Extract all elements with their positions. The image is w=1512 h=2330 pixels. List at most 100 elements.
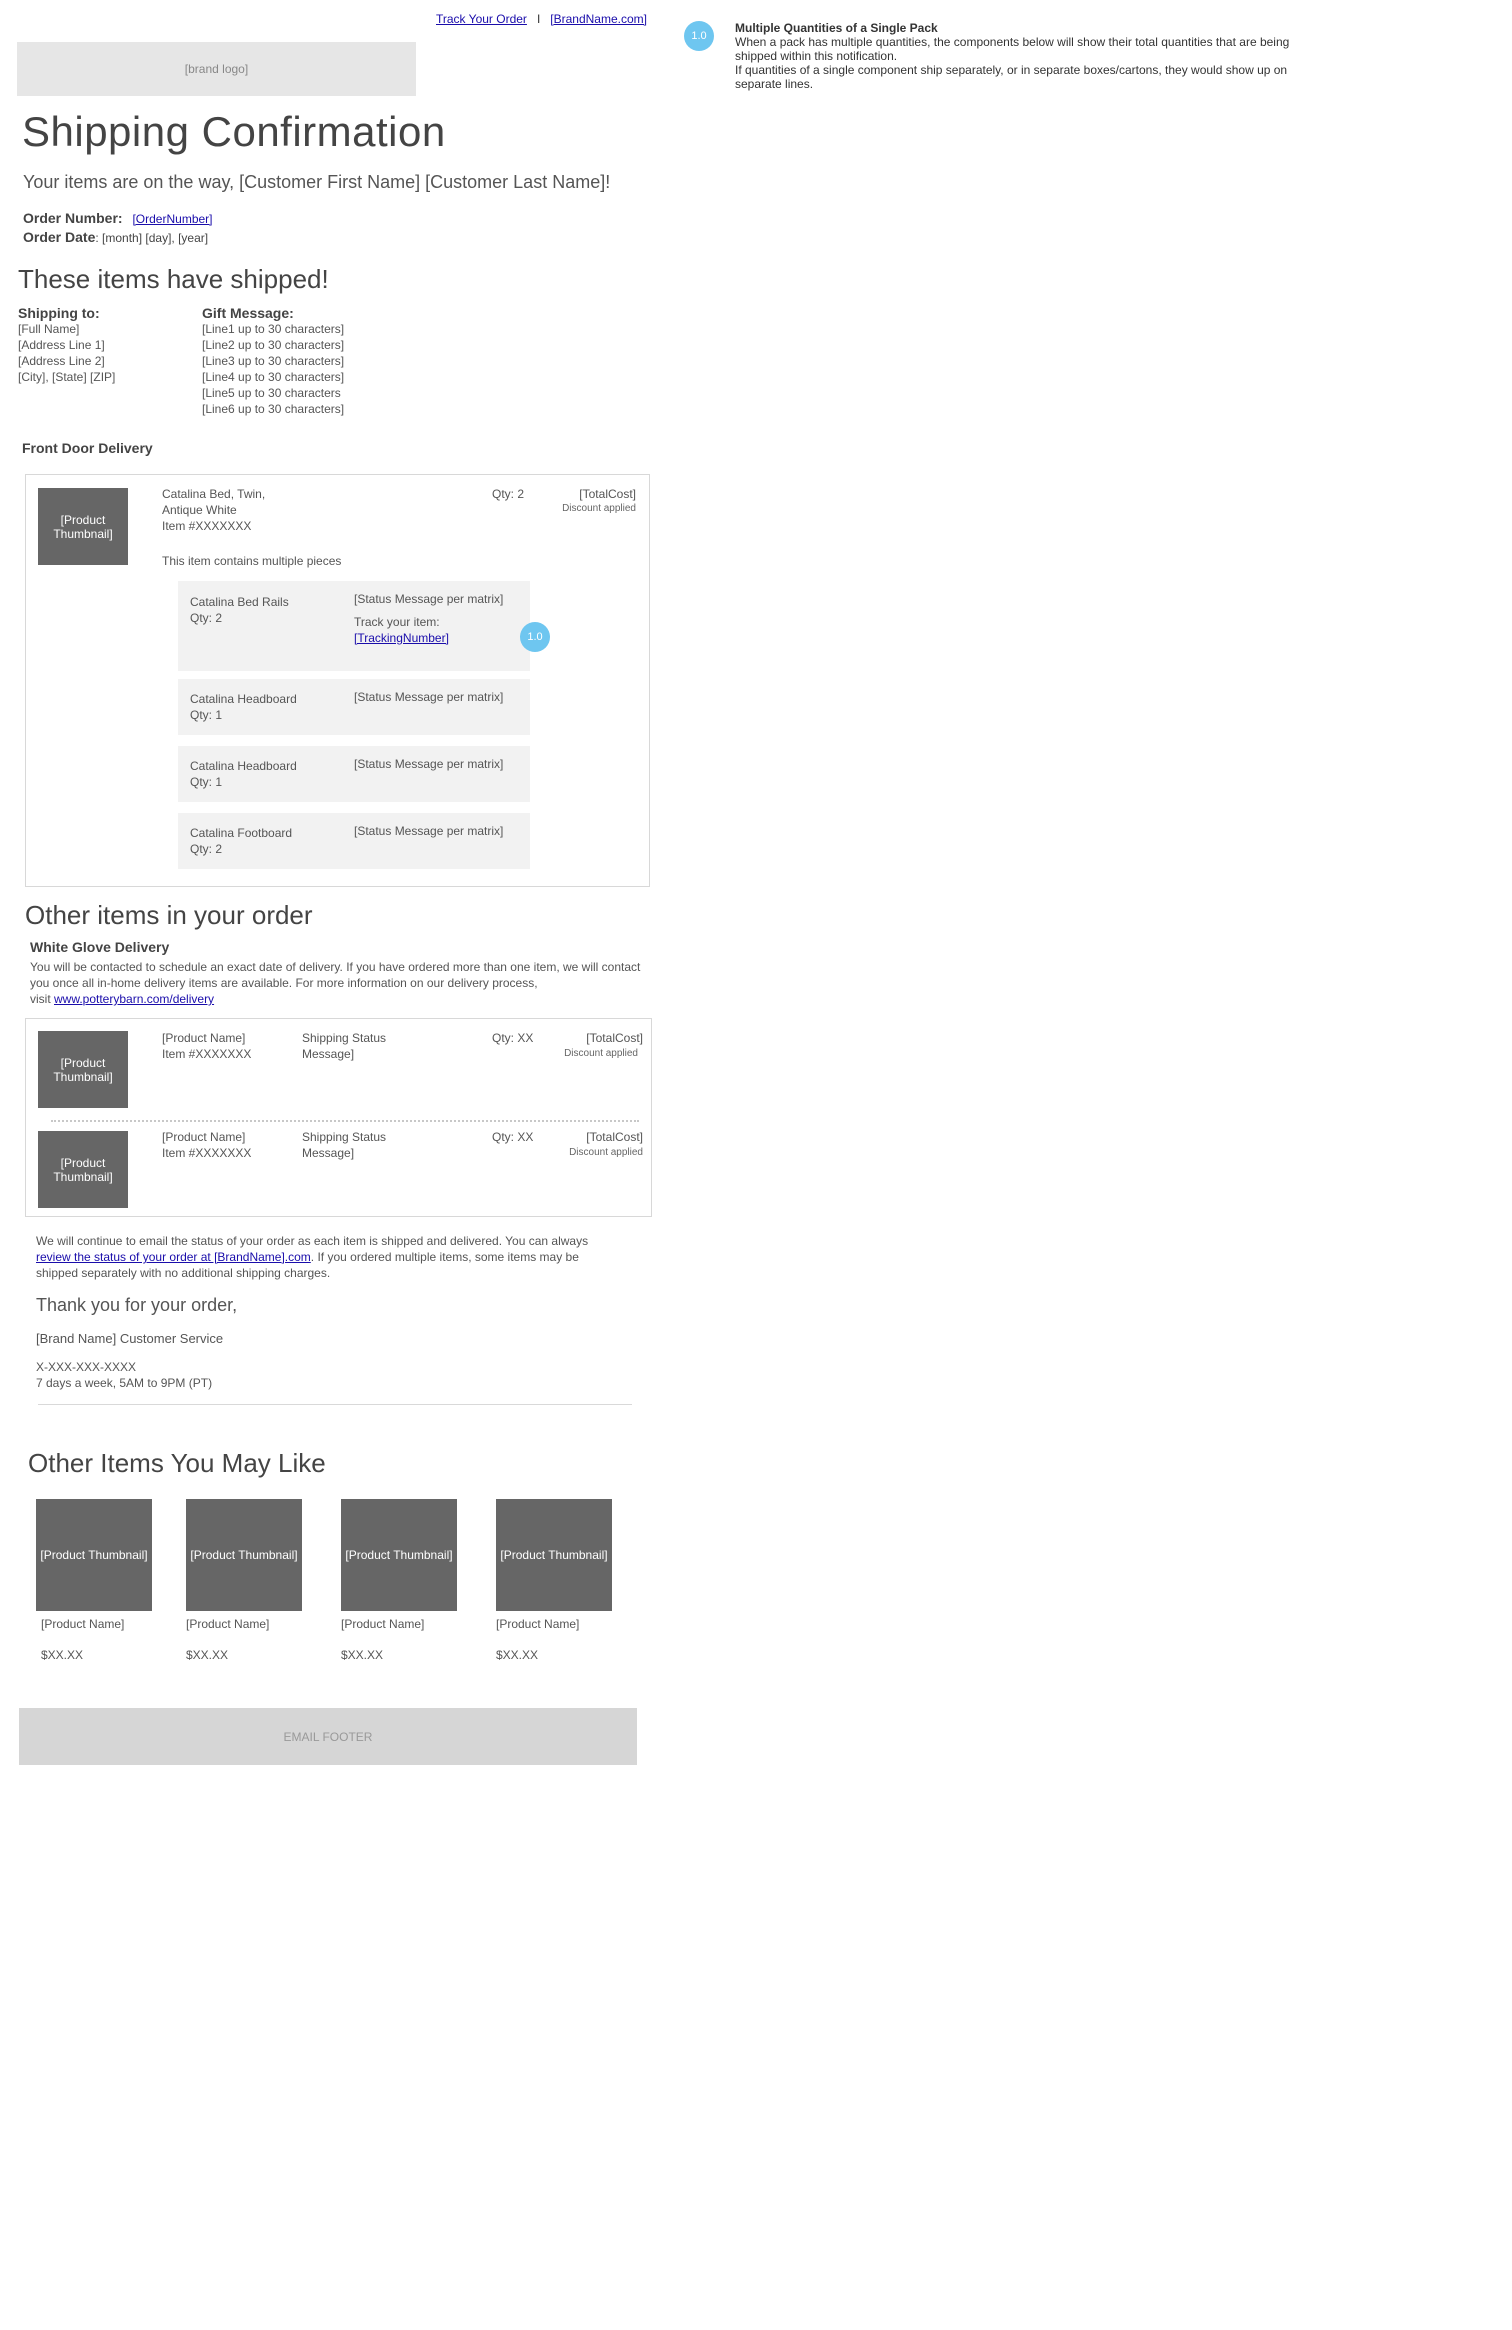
gift-line: [Line1 up to 30 characters] [202,322,345,336]
product-total: [TotalCost] [586,1031,643,1045]
address-line: [City], [State] [ZIP] [18,370,116,384]
product-thumbnail[interactable]: [Product Thumbnail] [38,488,128,565]
order-date-row: Order Date: [month] [day], [year] [23,229,208,245]
thank-you-text: Thank you for your order, [36,1295,238,1315]
recommended-thumbnail[interactable]: [Product Thumbnail] [496,1499,612,1611]
recommended-product-name[interactable]: [Product Name] [186,1617,269,1631]
recommended-product-name[interactable]: [Product Name] [341,1617,424,1631]
product-qty: Qty: XX [492,1031,534,1045]
recommendations-heading: Other Items You May Like [28,1448,326,1478]
component-info: Catalina Headboard Qty: 1 [190,691,297,723]
signature: [Brand Name] Customer Service [36,1331,224,1346]
order-status-link[interactable]: review the status of your order at [Bran… [36,1250,311,1264]
closing-text: . If you ordered multiple items, some it… [310,1250,579,1264]
phone-number: X-XXX-XXX-XXXX [36,1360,137,1374]
discount-note: Discount applied [562,503,636,514]
annotation-line: When a pack has multiple quantities, the… [735,35,1290,49]
recommended-thumbnail[interactable]: [Product Thumbnail] [341,1499,457,1611]
recommended-product-name[interactable]: [Product Name] [41,1617,124,1631]
recommended-thumbnail[interactable]: [Product Thumbnail] [186,1499,302,1611]
product-name[interactable]: Catalina Bed, Twin, Antique White Item #… [162,486,265,534]
component-row: Catalina Footboard Qty: 2 [Status Messag… [178,813,530,869]
closing-line: shipped separately with no additional sh… [36,1266,331,1280]
brand-link[interactable]: [BrandName.com] [550,12,647,26]
description-line: visit www.potterybarn.com/delivery [30,991,650,1007]
product-name: [Product Name] [162,1031,246,1045]
gift-line: [Line6 up to 30 characters] [202,402,345,416]
product-thumbnail[interactable]: [Product Thumbnail] [38,1131,128,1208]
gift-line: [Line4 up to 30 characters] [202,370,345,384]
component-status: [Status Message per matrix] [354,592,504,606]
gift-message-label: Gift Message: [202,305,294,321]
order-number-link[interactable]: [OrderNumber] [132,212,212,226]
tracking-number-link[interactable]: [TrackingNumber] [354,630,504,646]
visit-text: visit [30,992,54,1006]
address-line: [Address Line 1] [18,338,105,352]
component-qty: Qty: 2 [190,842,223,856]
closing-line: We will continue to email the status of … [36,1234,589,1248]
component-info: Catalina Headboard Qty: 1 [190,758,297,790]
white-glove-description: You will be contacted to schedule an exa… [30,959,650,1007]
product-qty: Qty: XX [492,1130,534,1144]
component-qty: Qty: 2 [190,611,223,625]
product-sku: Item #XXXXXXX [162,1146,252,1160]
header-separator: I [536,12,541,26]
greeting: Your items are on the way, [Customer Fir… [23,172,611,192]
description-line: You will be contacted to schedule an exa… [30,960,641,974]
component-status-block: [Status Message per matrix] Track your i… [354,591,504,646]
product-total: [TotalCost] [579,487,636,501]
shipped-heading: These items have shipped! [18,264,329,294]
recommended-product-name[interactable]: [Product Name] [496,1617,579,1631]
order-date-value: : [month] [day], [year] [95,231,209,245]
component-status: [Status Message per matrix] [354,690,504,704]
annotation-title: Multiple Quantities of a Single Pack [735,21,938,35]
email-footer: EMAIL FOOTER [19,1708,637,1765]
component-name: Catalina Headboard [190,759,297,773]
discount-note: Discount applied [564,1048,638,1059]
order-number-label: Order Number: [23,210,123,226]
contact-block: X-XXX-XXX-XXXX 7 days a week, 5AM to 9PM… [36,1359,212,1391]
closing-line: review the status of your order at [Bran… [36,1249,656,1265]
shipped-item-card: [Product Thumbnail] Catalina Bed, Twin, … [25,474,650,887]
product-thumbnail[interactable]: [Product Thumbnail] [38,1031,128,1108]
product-sku: Item #XXXXXXX [162,519,252,533]
page-title: Shipping Confirmation [22,108,446,155]
component-qty: Qty: 1 [190,708,223,722]
product-qty: Qty: 2 [492,487,525,501]
component-qty: Qty: 1 [190,775,223,789]
component-row: Catalina Headboard Qty: 1 [Status Messag… [178,746,530,802]
recommended-price: $XX.XX [341,1648,384,1662]
annotation-badge: 1.0 [520,622,550,652]
gift-line: [Line2 up to 30 characters] [202,338,345,352]
discount-note: Discount applied [569,1147,643,1158]
divider [38,1404,632,1405]
component-name: Catalina Headboard [190,692,297,706]
recommended-price: $XX.XX [496,1648,539,1662]
gift-line: [Line3 up to 30 characters] [202,354,345,368]
brand-logo[interactable]: [brand logo] [17,42,416,96]
annotation-note: Multiple Quantities of a Single Pack Whe… [735,21,1335,91]
order-number-row: Order Number: [OrderNumber] [23,210,213,226]
product-sku: Item #XXXXXXX [162,1047,252,1061]
gift-line: [Line5 up to 30 characters [202,386,341,400]
product-total: [TotalCost] [586,1130,643,1144]
product-info[interactable]: [Product Name] Item #XXXXXXX [162,1129,251,1161]
component-row: Catalina Bed Rails Qty: 2 [Status Messag… [178,581,530,671]
recommended-thumbnail[interactable]: [Product Thumbnail] [36,1499,152,1611]
annotation-line: If quantities of a single component ship… [735,63,1288,77]
recommended-price: $XX.XX [41,1648,84,1662]
white-glove-label: White Glove Delivery [30,939,170,955]
address-line: [Address Line 2] [18,354,105,368]
other-items-card: [Product Thumbnail] [Product Name] Item … [25,1018,652,1217]
address-line: [Full Name] [18,322,80,336]
annotation-line: shipped within this notification. [735,49,898,63]
shipping-status: Shipping Status Message] [302,1031,387,1061]
multi-piece-note: This item contains multiple pieces [162,554,342,568]
front-door-delivery-label: Front Door Delivery [22,440,153,456]
product-info[interactable]: [Product Name] Item #XXXXXXX [162,1030,251,1062]
track-order-link[interactable]: Track Your Order [436,12,527,26]
delivery-link[interactable]: www.potterybarn.com/delivery [54,992,214,1006]
component-status: [Status Message per matrix] [354,757,504,771]
annotation-line: separate lines. [735,77,814,91]
component-info: Catalina Bed Rails Qty: 2 [190,594,289,626]
